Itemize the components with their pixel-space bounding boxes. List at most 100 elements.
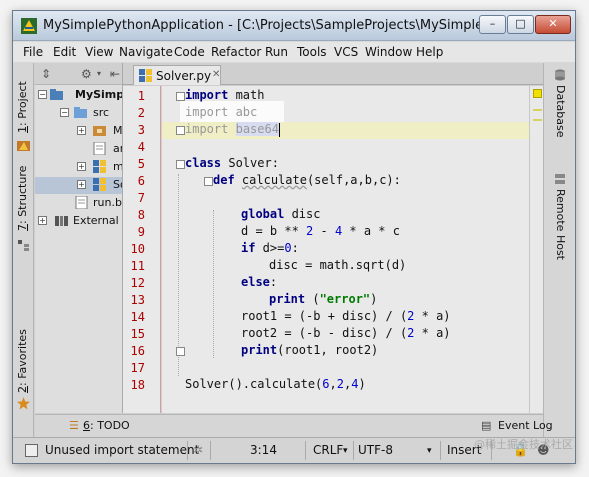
menu-window[interactable]: Window [365, 45, 412, 59]
watermark: @稀土掘金技术社区 [474, 438, 573, 451]
fold-marker-icon[interactable] [176, 126, 185, 135]
code-line-13: print ("error") [269, 292, 378, 306]
remote-host-tool-tab[interactable]: Remote Host [554, 189, 567, 260]
favorites-tool-tab[interactable]: 2: Favorites [16, 329, 29, 393]
divider [305, 441, 306, 460]
tree-item-myp-file[interactable]: + myP [35, 159, 122, 176]
line-number: 6 [137, 174, 145, 188]
divider [187, 441, 188, 460]
tool-windows-toggle-icon[interactable] [25, 444, 38, 457]
code-line-14: root1 = (-b + disc) / (2 * a) [241, 309, 451, 323]
line-number: 5 [137, 157, 145, 171]
dropdown-arrow-icon[interactable]: ▾ [343, 446, 348, 456]
expand-icon[interactable]: + [38, 216, 47, 225]
encoding-selector[interactable]: UTF-8 [358, 443, 393, 457]
expand-icon[interactable]: + [77, 180, 86, 189]
right-tool-strip: Database Remote Host [543, 63, 575, 437]
dropdown-arrow-icon[interactable]: ▾ [97, 69, 101, 78]
todo-tool-button[interactable]: 6: TODO [83, 419, 130, 432]
collapse-all-icon[interactable]: ⇕ [41, 67, 51, 81]
collapse-icon[interactable]: − [38, 90, 47, 99]
tab-solver-py[interactable]: Solver.py ✕ [133, 65, 221, 85]
hide-panel-icon[interactable]: ⇤ [110, 67, 120, 81]
line-number: 11 [130, 259, 145, 273]
structure-tool-tab[interactable]: 7: Structure [16, 166, 29, 231]
warning-mark[interactable] [533, 109, 542, 111]
code-line-18: Solver().calculate(6,2,4) [185, 377, 366, 391]
settings-gear-icon[interactable]: ⚙ [81, 67, 92, 81]
menu-bar: File Edit View Navigate Code Refactor Ru… [13, 42, 575, 62]
ide-window: MySimplePythonApplication - [C:\Projects… [12, 10, 576, 464]
code-editor[interactable]: import math import abc import base64 cla… [162, 86, 529, 413]
line-number: 17 [130, 361, 145, 375]
database-icon [555, 69, 565, 81]
code-line-3: import base64 [162, 122, 529, 139]
left-tool-strip: 1: Project 7: Structure 2: Favorites [13, 63, 34, 437]
expand-icon[interactable]: + [77, 126, 86, 135]
project-panel: ⇕ ⚙ ▾ ⇤ − MySimpleP − src + MyP [35, 63, 123, 413]
collapse-icon[interactable]: − [60, 108, 69, 117]
tab-label: Solver.py [156, 69, 212, 83]
database-tool-tab[interactable]: Database [554, 85, 567, 138]
text-file-icon [93, 142, 106, 155]
menu-vcs[interactable]: VCS [334, 45, 358, 59]
close-tab-icon[interactable]: ✕ [212, 69, 220, 80]
tree-item-run-bash[interactable]: run.bash [35, 195, 122, 212]
menu-file[interactable]: File [23, 45, 43, 59]
line-number: 16 [130, 344, 145, 358]
title-bar[interactable]: MySimplePythonApplication - [C:\Projects… [13, 11, 575, 41]
structure-icon [18, 240, 29, 251]
divider [353, 441, 354, 460]
minimize-button[interactable]: – [479, 15, 506, 34]
code-line-6: def calculate(self,a,b,c): [213, 173, 401, 187]
maximize-button[interactable]: □ [507, 15, 534, 34]
tree-item-src[interactable]: − src [35, 105, 122, 122]
fold-marker-icon[interactable] [204, 177, 213, 186]
line-number: 12 [130, 276, 145, 290]
menu-navigate[interactable]: Navigate [119, 45, 173, 59]
tree-item-myp-package[interactable]: + MyP [35, 123, 122, 140]
menu-run[interactable]: Run [265, 45, 288, 59]
code-line-11: disc = math.sqrt(d) [269, 258, 407, 272]
status-message: Unused import statement [45, 443, 200, 457]
server-icon [555, 174, 565, 184]
close-button[interactable]: ✕ [535, 15, 571, 34]
line-number: 15 [130, 327, 145, 341]
event-log-button[interactable]: Event Log [498, 419, 553, 432]
todo-icon: ☰ [69, 419, 79, 432]
line-separator-selector[interactable]: CRLF [313, 443, 343, 457]
warning-indicator-icon[interactable] [533, 89, 542, 98]
tree-item-project-root[interactable]: − MySimpleP [35, 87, 122, 104]
line-number: 10 [130, 242, 145, 256]
fold-marker-icon[interactable] [176, 160, 185, 169]
fold-marker-icon[interactable] [176, 347, 185, 356]
main-content: 1: Project 7: Structure 2: Favorites ⇕ ⚙ [13, 63, 575, 437]
source-folder-icon [74, 107, 87, 118]
warning-mark[interactable] [533, 119, 542, 121]
line-number: 13 [130, 293, 145, 307]
tree-item-anag-file[interactable]: anag [35, 141, 122, 158]
code-line-2: import abc [185, 105, 258, 119]
project-toolbar: ⇕ ⚙ ▾ ⇤ [35, 63, 122, 85]
background-tasks-icon[interactable]: ✲ [193, 443, 203, 457]
line-number-gutter[interactable]: 1 2 3 4 5 6 7 8 9 10 11 12 13 14 15 16 1… [123, 86, 161, 413]
menu-code[interactable]: Code [174, 45, 205, 59]
project-tool-tab[interactable]: 1: Project [16, 81, 29, 133]
caret-position[interactable]: 3:14 [250, 443, 277, 457]
expand-icon[interactable]: + [77, 162, 86, 171]
menu-tools[interactable]: Tools [297, 45, 327, 59]
menu-help[interactable]: Help [416, 45, 443, 59]
dropdown-arrow-icon[interactable]: ▾ [427, 446, 432, 456]
menu-view[interactable]: View [85, 45, 113, 59]
fold-marker-icon[interactable] [176, 92, 185, 101]
bottom-tool-strip: ☰ 6: TODO ▤ Event Log [35, 414, 553, 437]
line-number: 1 [137, 89, 145, 103]
menu-edit[interactable]: Edit [53, 45, 76, 59]
error-stripe[interactable] [529, 86, 543, 413]
tree-item-solver-file[interactable]: + Solv [35, 177, 122, 194]
menu-refactor[interactable]: Refactor [211, 45, 261, 59]
tree-item-external-libraries[interactable]: + External Libr [35, 213, 122, 230]
line-number: 4 [137, 140, 145, 154]
